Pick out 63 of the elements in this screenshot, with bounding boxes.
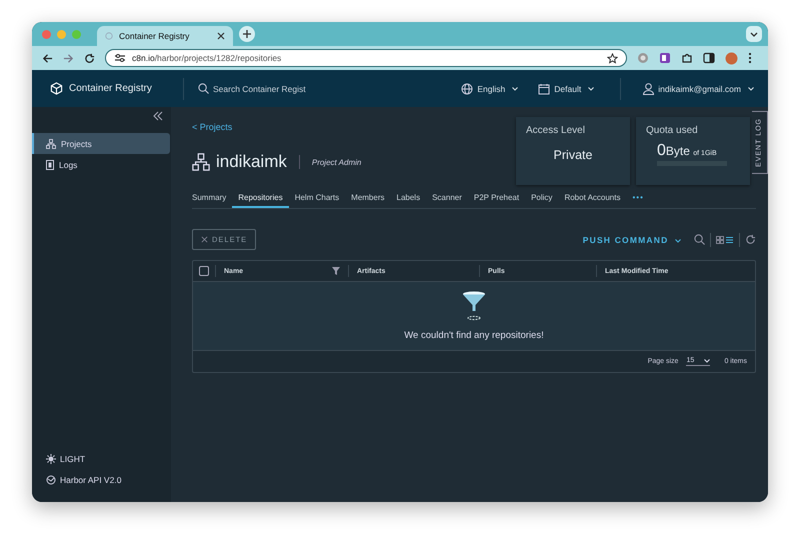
back-icon[interactable]: [42, 52, 53, 64]
theme-menu[interactable]: Default: [532, 82, 600, 96]
app-name[interactable]: Container Registry: [69, 83, 152, 94]
sun-icon: [46, 454, 56, 464]
hierarchy-icon: [192, 153, 210, 171]
side-panel-icon[interactable]: [703, 52, 715, 64]
tab[interactable]: Members: [345, 193, 390, 208]
language-menu[interactable]: English: [455, 82, 524, 96]
theme-toggle[interactable]: LIGHT: [32, 448, 171, 469]
document-icon: [46, 160, 54, 170]
tab-list-icon[interactable]: [746, 26, 762, 42]
more-menu-icon[interactable]: [748, 52, 752, 64]
collapse-icon[interactable]: [153, 111, 163, 121]
extension-icon[interactable]: [659, 52, 671, 64]
tab[interactable]: Labels: [390, 193, 426, 208]
reload-icon[interactable]: [84, 52, 95, 64]
profile-avatar-icon[interactable]: [725, 52, 738, 64]
forward-icon[interactable]: [63, 52, 74, 64]
star-icon[interactable]: [607, 52, 618, 64]
cube-icon: [50, 82, 63, 95]
chevron-down-icon: [704, 358, 710, 362]
chevron-down-icon: [748, 86, 754, 90]
access-level-value: Private: [552, 148, 594, 162]
tab[interactable]: Scanner: [426, 193, 468, 208]
sidebar-item[interactable]: Logs: [32, 154, 170, 175]
tab[interactable]: •••: [626, 193, 650, 208]
breadcrumb-link[interactable]: < Projects: [192, 122, 510, 132]
user-menu[interactable]: indikaimk@gmail.com: [637, 82, 760, 96]
tab[interactable]: Summary: [192, 193, 232, 208]
url-text: c8n.io/harbor/projects/1282/repositories: [132, 53, 282, 63]
close-icon: [201, 236, 208, 243]
search-field[interactable]: Search Container Regist: [184, 82, 355, 94]
user-icon: [643, 82, 654, 94]
chevron-down-icon: [675, 238, 681, 242]
site-settings-icon: [114, 53, 126, 63]
new-tab-icon[interactable]: [239, 26, 255, 42]
project-name: indikaimk: [216, 152, 287, 172]
project-role: Project Admin: [312, 158, 362, 166]
calendar-icon: [538, 82, 550, 94]
card-title: Quota used: [646, 125, 699, 136]
sidebar-item[interactable]: Projects: [32, 133, 170, 154]
chevron-down-icon: [588, 86, 594, 90]
empty-funnel-drawing: [461, 291, 487, 321]
tab[interactable]: Repositories: [232, 193, 289, 208]
view-toggle-icon[interactable]: [716, 236, 734, 244]
search-icon[interactable]: [694, 234, 705, 245]
api-link[interactable]: Harbor API V2.0: [32, 469, 171, 490]
tab[interactable]: Helm Charts: [288, 193, 346, 208]
filter-icon[interactable]: [332, 267, 340, 275]
address-bar[interactable]: c8n.io/harbor/projects/1282/repositories: [105, 49, 627, 67]
tab[interactable]: Policy: [525, 193, 558, 208]
tab[interactable]: P2P Preheat: [468, 193, 526, 208]
empty-message: We couldn't find any repositories!: [404, 330, 544, 341]
search-icon: [198, 83, 209, 94]
refresh-icon[interactable]: [745, 234, 756, 245]
chevron-down-icon: [512, 86, 518, 90]
hierarchy-icon: [46, 138, 56, 148]
browser-tab[interactable]: Container Registry: [97, 26, 233, 46]
push-command-menu[interactable]: PUSH COMMAND: [576, 234, 687, 246]
select-all-checkbox[interactable]: [199, 266, 209, 276]
card-title: Access Level: [526, 125, 586, 136]
close-icon[interactable]: [217, 32, 225, 40]
tab[interactable]: Robot Accounts: [558, 193, 626, 208]
